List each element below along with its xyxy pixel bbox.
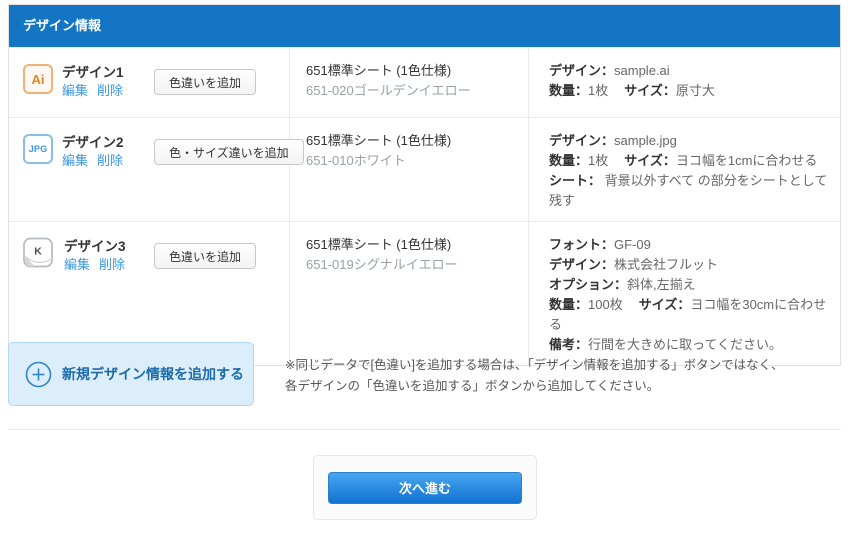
delete-link[interactable]: 削除: [97, 83, 123, 98]
detail-value: 1枚: [588, 83, 609, 98]
section-divider: [8, 429, 841, 430]
sheet-type: 651標準シート (1色仕様): [306, 133, 452, 148]
details-cell: デザイン：sample.jpg 数量：1枚 サイズ：ヨコ幅を1cmに合わせる シー…: [528, 118, 840, 221]
sheet-type: 651標準シート (1色仕様): [306, 63, 452, 78]
jpg-file-icon: JPG: [23, 134, 53, 164]
detail-value: 原寸大: [675, 83, 715, 98]
sheet-cell: 651標準シート (1色仕様) 651-019シグナルイエロー: [289, 222, 528, 365]
detail-label: デザイン：: [549, 257, 615, 272]
details-cell: フォント：GF-09 デザイン：株式会社フルット オプション：斜体,左揃え 数量…: [528, 222, 840, 365]
table-header-title: デザイン情報: [9, 5, 840, 47]
detail-value: sample.jpg: [614, 133, 677, 148]
table-row: Ai デザイン1 編集 削除 色違いを追加 651標準シート (1色仕様) 651…: [9, 47, 840, 117]
detail-label: サイズ：: [624, 153, 676, 168]
detail-label: デザイン：: [549, 133, 615, 148]
ai-file-icon-label: Ai: [31, 71, 45, 87]
details-cell: デザイン：sample.ai 数量：1枚 サイズ：原寸大: [528, 48, 840, 117]
add-color-size-variation-button[interactable]: 色・サイズ違いを追加: [154, 139, 304, 165]
detail-line: デザイン：sample.ai: [549, 61, 830, 81]
next-button[interactable]: 次へ進む: [328, 471, 522, 504]
note-line-2: 各デザインの「色違いを追加する」ボタンから追加してください。: [285, 379, 660, 393]
detail-value: 100枚: [588, 297, 623, 312]
variation-note: ※同じデータで[色違い]を追加する場合は、「デザイン情報を追加する」ボタンではな…: [285, 355, 825, 397]
detail-label: サイズ：: [624, 83, 676, 98]
edit-link[interactable]: 編集: [62, 153, 88, 168]
detail-value: ヨコ幅を1cmに合わせる: [675, 153, 818, 168]
add-new-design-label: 新規デザイン情報を追加する: [62, 366, 244, 382]
detail-value: 斜体,左揃え: [627, 277, 696, 292]
detail-label: 備考：: [549, 337, 589, 352]
detail-line: オプション：斜体,左揃え: [549, 275, 830, 295]
design-info-table: デザイン情報 Ai デザイン1 編集 削除 色違いを追加 651標準シート (1色…: [8, 4, 841, 366]
design-cell: JPG デザイン2 編集 削除 色・サイズ違いを追加: [9, 118, 304, 221]
table-row: JPG デザイン2 編集 削除 色・サイズ違いを追加 651標準シート (1色仕様…: [9, 117, 840, 221]
detail-label: 数量：: [549, 153, 589, 168]
detail-value: 行間を大きめに取ってください。: [588, 337, 782, 352]
detail-line: 備考：行間を大きめに取ってください。: [549, 335, 830, 355]
detail-label: フォント：: [549, 237, 615, 252]
jpg-file-icon-label: JPG: [28, 144, 48, 154]
edit-link[interactable]: 編集: [62, 83, 88, 98]
sheet-type: 651標準シート (1色仕様): [306, 237, 452, 252]
detail-label: オプション：: [549, 277, 628, 292]
plus-circle-icon: [25, 361, 52, 387]
delete-link[interactable]: 削除: [99, 257, 125, 272]
detail-line: 数量：1枚 サイズ：原寸大: [549, 81, 830, 101]
detail-line: 数量：1枚 サイズ：ヨコ幅を1cmに合わせる: [549, 151, 830, 171]
detail-line: 数量：100枚 サイズ：ヨコ幅を30cmに合わせる: [549, 295, 830, 335]
delete-link[interactable]: 削除: [97, 153, 123, 168]
detail-line: シート： 背景以外すべて の部分をシートとして残す: [549, 171, 830, 211]
design-links: 編集 削除: [62, 81, 132, 100]
design-cell: Ai デザイン1 編集 削除 色違いを追加: [9, 48, 289, 117]
keyboard-key-icon: K: [23, 237, 53, 268]
sheet-color: 651-019シグナルイエロー: [306, 257, 458, 272]
svg-text:K: K: [34, 246, 42, 258]
detail-label: デザイン：: [549, 63, 615, 78]
design-links: 編集 削除: [64, 255, 134, 274]
add-color-variation-button[interactable]: 色違いを追加: [154, 243, 257, 269]
design-title-block: デザイン1 編集 削除: [62, 64, 132, 107]
detail-line: デザイン：株式会社フルット: [549, 255, 830, 275]
note-line-1: ※同じデータで[色違い]を追加する場合は、「デザイン情報を追加する」ボタンではな…: [285, 358, 784, 372]
detail-value: 株式会社フルット: [614, 257, 719, 272]
edit-link[interactable]: 編集: [64, 257, 90, 272]
sheet-cell: 651標準シート (1色仕様) 651-020ゴールデンイエロー: [289, 48, 528, 117]
page: デザイン情報 Ai デザイン1 編集 削除 色違いを追加 651標準シート (1色…: [0, 0, 850, 536]
ai-file-icon: Ai: [23, 64, 53, 94]
detail-line: フォント：GF-09: [549, 235, 830, 255]
design-title-block: デザイン2 編集 削除: [62, 134, 132, 211]
sheet-color: 651-010ホワイト: [306, 153, 406, 168]
design-title: デザイン1: [62, 65, 124, 80]
sheet-color: 651-020ゴールデンイエロー: [306, 83, 471, 98]
detail-label: サイズ：: [638, 297, 691, 312]
design-title: デザイン2: [62, 135, 124, 150]
design-title: デザイン3: [64, 239, 126, 254]
sheet-cell: 651標準シート (1色仕様) 651-010ホワイト: [289, 118, 528, 221]
detail-value: 1枚: [588, 153, 609, 168]
add-color-variation-button[interactable]: 色違いを追加: [154, 69, 257, 95]
design-links: 編集 削除: [62, 151, 132, 170]
add-new-design-button[interactable]: 新規デザイン情報を追加する: [8, 342, 254, 406]
detail-line: デザイン：sample.jpg: [549, 131, 830, 151]
detail-label: 数量：: [549, 83, 589, 98]
detail-label: シート：: [549, 173, 602, 188]
detail-label: 数量：: [549, 297, 589, 312]
detail-value: GF-09: [614, 237, 651, 252]
detail-value: sample.ai: [614, 63, 670, 78]
next-step-card: 次へ進む: [313, 455, 537, 520]
design-title-block: デザイン3 編集 削除: [64, 238, 134, 355]
